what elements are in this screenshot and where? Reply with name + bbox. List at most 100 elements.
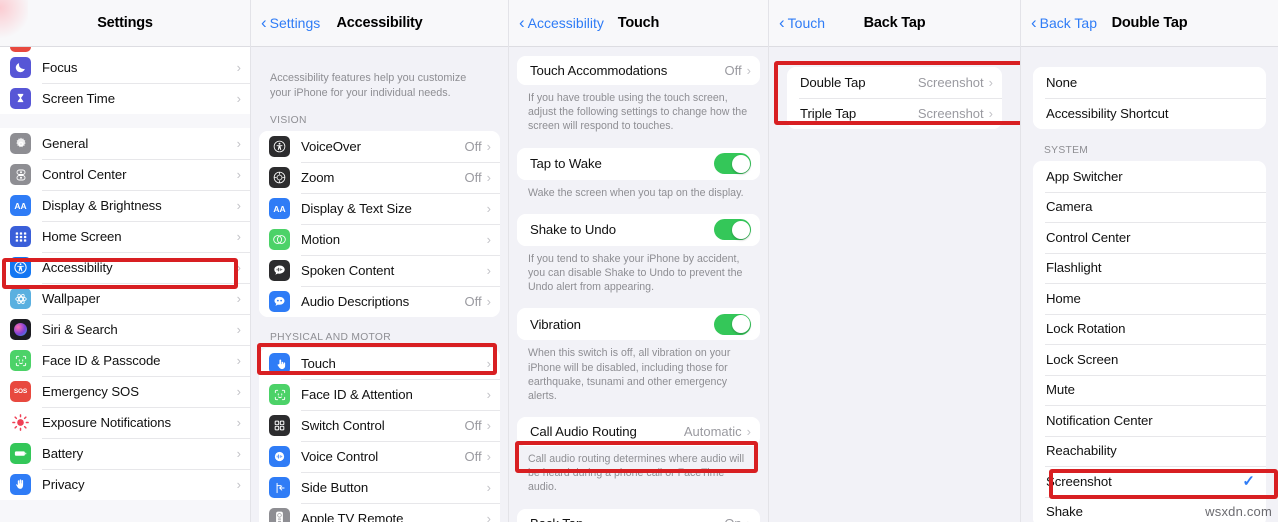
back-button-back-tap[interactable]: ‹ Back Tap <box>1031 14 1097 31</box>
chevron-right-icon: › <box>236 384 241 399</box>
sidebar-item-exposure-notifications[interactable]: Exposure Notifications › <box>0 407 250 438</box>
list-item-audio-descriptions[interactable]: Audio Descriptions Off › <box>259 286 500 318</box>
sos-icon: SOS <box>10 381 31 402</box>
toggle-knob <box>731 220 750 239</box>
back-button-accessibility[interactable]: ‹ Accessibility <box>519 14 604 31</box>
page-title: Touch <box>617 15 660 31</box>
chevron-right-icon: › <box>236 446 241 461</box>
option-none[interactable]: None <box>1033 67 1266 98</box>
list-item-vibration[interactable]: Vibration <box>517 308 760 341</box>
option-label: Camera <box>1046 199 1093 215</box>
list-item-double-tap[interactable]: Double Tap Screenshot › <box>787 67 1002 98</box>
list-item-switch-control[interactable]: Switch Control Off › <box>259 410 500 442</box>
list-item-label: Accessibility <box>42 260 113 275</box>
focus-icon <box>10 57 31 78</box>
list-item-voice-control[interactable]: Voice Control Off › <box>259 441 500 473</box>
page-title: Double Tap <box>1111 15 1188 31</box>
sidebar-item-emergency-sos[interactable]: SOS Emergency SOS › <box>0 376 250 407</box>
option-app-switcher[interactable]: App Switcher <box>1033 161 1266 192</box>
sidebar-item-privacy[interactable]: Privacy › <box>0 469 250 500</box>
list-item-touch[interactable]: Touch › <box>259 348 500 380</box>
sidebar-item-accessibility[interactable]: Accessibility › <box>0 252 250 283</box>
list-item-label: Touch <box>301 356 336 372</box>
sidebar-item-focus[interactable]: Focus › <box>0 52 250 83</box>
vibration-toggle[interactable] <box>714 313 751 335</box>
vision-group: VoiceOver Off › Zoom Off › AA Display & … <box>259 131 500 318</box>
sidebar-item-battery[interactable]: Battery › <box>0 438 250 469</box>
touch-scroll-body[interactable]: Touch Accommodations Off › If you have t… <box>509 47 768 522</box>
list-item-apple-tv-remote[interactable]: Apple TV Remote › <box>259 503 500 522</box>
list-item-zoom[interactable]: Zoom Off › <box>259 162 500 194</box>
sidebar-item-siri-search[interactable]: Siri & Search › <box>0 314 250 345</box>
list-item-touch-accommodations[interactable]: Touch Accommodations Off › <box>517 56 760 85</box>
physical-motor-group: Touch › Face ID & Attention › Switch Con… <box>259 348 500 522</box>
list-item-voiceover[interactable]: VoiceOver Off › <box>259 131 500 163</box>
double-tap-scroll-body[interactable]: None Accessibility Shortcut SYSTEM App S… <box>1021 47 1278 522</box>
list-item-triple-tap[interactable]: Triple Tap Screenshot › <box>787 98 1002 129</box>
chevron-right-icon: › <box>746 424 751 440</box>
tap-to-wake-group: Tap to Wake <box>517 147 760 180</box>
option-label: Mute <box>1046 382 1075 398</box>
sidebar-item-control-center[interactable]: Control Center › <box>0 159 250 190</box>
shake-to-undo-toggle[interactable] <box>714 219 751 241</box>
list-item-display-text-size[interactable]: AA Display & Text Size › <box>259 193 500 225</box>
switch-control-icon <box>269 415 290 437</box>
option-flashlight[interactable]: Flashlight <box>1033 252 1266 283</box>
option-mute[interactable]: Mute <box>1033 374 1266 405</box>
chevron-right-icon: › <box>486 356 491 372</box>
list-item-side-button[interactable]: Side Button › <box>259 472 500 504</box>
section-header-vision: VISION <box>270 115 307 127</box>
option-screenshot[interactable]: Screenshot ✓ <box>1033 466 1266 497</box>
option-control-center[interactable]: Control Center <box>1033 222 1266 253</box>
top-spacer <box>1021 47 1278 67</box>
sidebar-item-home-screen[interactable]: Home Screen › <box>0 221 250 252</box>
list-item-label: Siri & Search <box>42 322 118 337</box>
chevron-right-icon: › <box>486 294 491 310</box>
list-item-face-id-attention[interactable]: Face ID & Attention › <box>259 379 500 411</box>
list-item-label: Display & Text Size <box>301 201 412 217</box>
option-home[interactable]: Home <box>1033 283 1266 314</box>
battery-icon <box>10 443 31 464</box>
call-audio-routing-note: Call audio routing determines where audi… <box>528 453 745 494</box>
list-item-spoken-content[interactable]: Spoken Content › <box>259 255 500 287</box>
option-accessibility-shortcut[interactable]: Accessibility Shortcut <box>1033 98 1266 129</box>
chevron-right-icon: › <box>486 449 491 465</box>
list-item-label: Triple Tap <box>800 106 857 121</box>
sidebar-item-display-brightness[interactable]: AA Display & Brightness › <box>0 190 250 221</box>
back-button-settings[interactable]: ‹ Settings <box>261 14 320 31</box>
chevron-right-icon: › <box>486 232 491 248</box>
list-item-label: Shake to Undo <box>530 222 616 238</box>
option-lock-rotation[interactable]: Lock Rotation <box>1033 313 1266 344</box>
sidebar-item-screen-time[interactable]: Screen Time › <box>0 83 250 114</box>
back-tap-scroll-body[interactable]: Double Tap Screenshot › Triple Tap Scree… <box>769 47 1020 522</box>
tap-to-wake-toggle[interactable] <box>714 153 751 175</box>
list-item-label: Home Screen <box>42 229 122 244</box>
option-notification-center[interactable]: Notification Center <box>1033 405 1266 436</box>
option-reachability[interactable]: Reachability <box>1033 435 1266 466</box>
settings-scroll-body[interactable]: Focus › Screen Time › General › Control … <box>0 47 250 522</box>
face-id-attention-icon <box>269 384 290 406</box>
sidebar-item-general[interactable]: General › <box>0 128 250 159</box>
list-item-value: Off <box>464 139 482 155</box>
top-spacer <box>509 47 768 56</box>
list-item-call-audio-routing[interactable]: Call Audio Routing Automatic › <box>517 417 760 447</box>
back-button-touch[interactable]: ‹ Touch <box>779 13 825 32</box>
option-lock-screen[interactable]: Lock Screen <box>1033 344 1266 375</box>
accessibility-scroll-body[interactable]: Accessibility features help you customiz… <box>251 47 508 522</box>
face-id-icon <box>10 350 31 371</box>
list-item-shake-to-undo[interactable]: Shake to Undo <box>517 213 760 246</box>
vibration-note: When this switch is off, all vibration o… <box>528 347 731 402</box>
list-item-motion[interactable]: Motion › <box>259 224 500 256</box>
siri-orb <box>14 323 27 336</box>
list-item-label: Motion <box>301 232 340 248</box>
list-item-tap-to-wake[interactable]: Tap to Wake <box>517 147 760 180</box>
sidebar-item-face-id-passcode[interactable]: Face ID & Passcode › <box>0 345 250 376</box>
option-camera[interactable]: Camera <box>1033 191 1266 222</box>
list-item-label: Touch Accommodations <box>530 63 668 78</box>
chevron-left-icon: ‹ <box>779 13 785 32</box>
list-item-back-tap[interactable]: Back Tap On › <box>517 508 760 522</box>
chevron-right-icon: › <box>236 229 241 244</box>
sidebar-item-wallpaper[interactable]: Wallpaper › <box>0 283 250 314</box>
